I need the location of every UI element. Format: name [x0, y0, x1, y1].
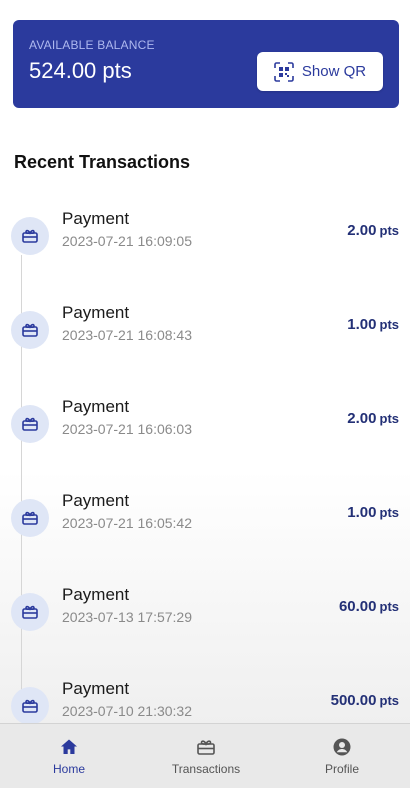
gift-card-icon: [22, 511, 38, 525]
user-circle-icon: [333, 738, 351, 756]
bottom-nav: Home Transactions Profile: [0, 723, 410, 788]
transaction-row[interactable]: Payment 2023-07-21 16:09:05 2.00 pts: [0, 209, 410, 287]
nav-item-home[interactable]: Home: [1, 724, 137, 788]
transaction-amount: 1.00 pts: [347, 504, 399, 521]
transaction-amount-value: 2.00: [347, 410, 377, 427]
gift-card-icon: [22, 605, 38, 619]
balance-value: 524.00 pts: [29, 58, 132, 83]
show-qr-label: Show QR: [301, 63, 367, 80]
transaction-amount-value: 60.00: [338, 598, 377, 615]
transaction-row[interactable]: Payment 2023-07-21 16:08:43 1.00 pts: [0, 303, 410, 381]
transaction-icon-wrap: [11, 405, 49, 443]
show-qr-button[interactable]: Show QR: [257, 52, 383, 91]
transaction-date: 2023-07-21 16:05:42: [62, 515, 192, 531]
nav-label-profile: Profile: [324, 762, 359, 776]
transaction-icon-wrap: [11, 499, 49, 537]
balance-card: AVAILABLE BALANCE 524.00 pts Show QR: [13, 20, 399, 108]
home-screen: AVAILABLE BALANCE 524.00 pts Show QR Rec…: [0, 0, 410, 788]
transaction-title: Payment: [62, 303, 130, 322]
transaction-title: Payment: [62, 679, 130, 698]
transaction-date: 2023-07-10 21:30:32: [62, 703, 192, 719]
transaction-date: 2023-07-21 16:09:05: [62, 233, 192, 249]
transaction-amount-unit: pts: [379, 505, 400, 520]
transaction-title: Payment: [62, 209, 130, 228]
transaction-row[interactable]: Payment 2023-07-21 16:06:03 2.00 pts: [0, 397, 410, 475]
transaction-date: 2023-07-13 17:57:29: [62, 609, 192, 625]
transaction-amount-unit: pts: [379, 317, 400, 332]
transaction-amount: 60.00 pts: [339, 598, 399, 615]
qr-code-icon: [274, 61, 294, 82]
transaction-amount-value: 1.00: [347, 504, 377, 521]
transaction-title: Payment: [62, 585, 130, 604]
transaction-amount-value: 1.00: [347, 316, 377, 333]
transaction-icon-wrap: [11, 217, 49, 255]
gift-card-icon: [22, 417, 38, 431]
transaction-amount-unit: pts: [379, 411, 400, 426]
transaction-amount: 1.00 pts: [347, 316, 399, 333]
nav-label-transactions: Transactions: [171, 762, 241, 776]
nav-item-profile[interactable]: Profile: [274, 724, 410, 788]
gift-card-icon: [22, 699, 38, 713]
transaction-amount: 2.00 pts: [347, 222, 399, 239]
transaction-amount-value: 2.00: [347, 222, 377, 239]
transaction-amount-unit: pts: [379, 223, 400, 238]
transaction-row[interactable]: Payment 2023-07-21 16:05:42 1.00 pts: [0, 491, 410, 569]
section-title-recent-transactions: Recent Transactions: [14, 152, 191, 172]
transaction-row[interactable]: Payment 2023-07-13 17:57:29 60.00 pts: [0, 585, 410, 663]
transaction-amount-unit: pts: [379, 599, 400, 614]
transaction-amount-unit: pts: [379, 693, 400, 708]
transaction-icon-wrap: [11, 687, 49, 725]
gift-card-icon: [22, 229, 38, 243]
transaction-amount: 2.00 pts: [347, 410, 399, 427]
transaction-icon-wrap: [11, 593, 49, 631]
transaction-amount-value: 500.00: [330, 692, 377, 709]
nav-label-home: Home: [52, 762, 85, 776]
transaction-amount: 500.00 pts: [331, 692, 399, 709]
transaction-title: Payment: [62, 397, 130, 416]
transaction-date: 2023-07-21 16:08:43: [62, 327, 192, 343]
gift-card-icon: [22, 323, 38, 337]
gift-card-icon: [197, 740, 215, 755]
transaction-title: Payment: [62, 491, 130, 510]
nav-item-transactions[interactable]: Transactions: [138, 724, 274, 788]
transaction-icon-wrap: [11, 311, 49, 349]
home-icon: [61, 739, 77, 754]
transaction-date: 2023-07-21 16:06:03: [62, 421, 192, 437]
balance-label: AVAILABLE BALANCE: [29, 38, 155, 52]
